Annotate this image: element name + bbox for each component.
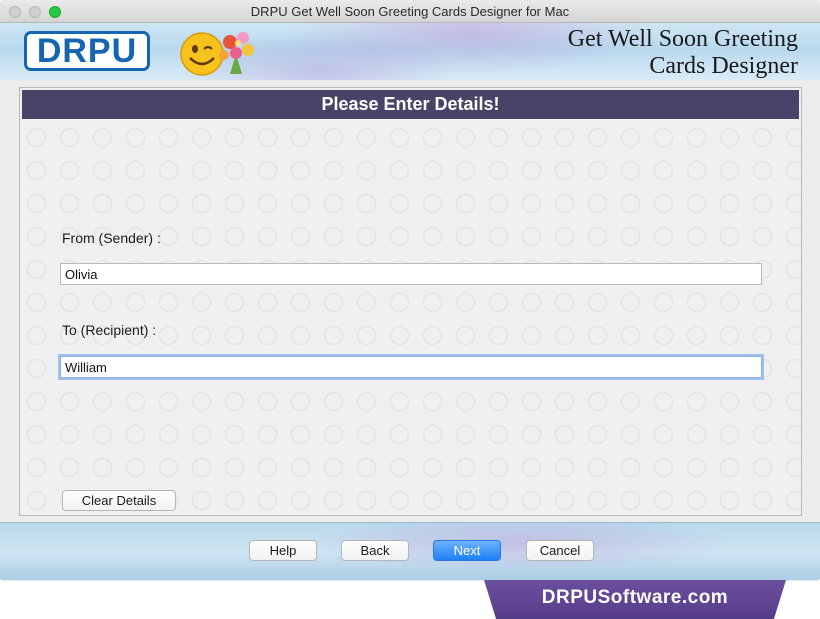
button-bar: Help Back Next Cancel (0, 522, 820, 580)
help-button[interactable]: Help (249, 540, 317, 561)
panel-heading: Please Enter Details! (22, 90, 799, 119)
details-panel: Please Enter Details! From (Sender) : To… (19, 87, 802, 516)
clear-details-button[interactable]: Clear Details (62, 490, 176, 511)
title-bar: DRPU Get Well Soon Greeting Cards Design… (0, 0, 820, 23)
app-title-line1: Get Well Soon Greeting (567, 26, 798, 52)
app-title-line2: Cards Designer (649, 53, 798, 79)
app-window: DRPU Get Well Soon Greeting Cards Design… (0, 0, 820, 580)
next-button[interactable]: Next (433, 540, 501, 561)
sender-label: From (Sender) : (62, 230, 161, 246)
window-title: DRPU Get Well Soon Greeting Cards Design… (250, 4, 570, 19)
app-header: DRPU Get Well Soon Greeting Cards Design… (0, 23, 820, 80)
drpu-logo: DRPU (24, 31, 150, 71)
sender-input[interactable] (60, 263, 762, 285)
recipient-input[interactable] (60, 356, 762, 378)
back-button[interactable]: Back (341, 540, 409, 561)
cancel-button[interactable]: Cancel (526, 540, 594, 561)
drpu-software-banner[interactable]: DRPUSoftware.com (484, 580, 786, 619)
recipient-label: To (Recipient) : (62, 322, 157, 338)
app-title: Get Well Soon Greeting Cards Designer (568, 26, 798, 80)
smiley-flowers-icon (180, 32, 254, 76)
